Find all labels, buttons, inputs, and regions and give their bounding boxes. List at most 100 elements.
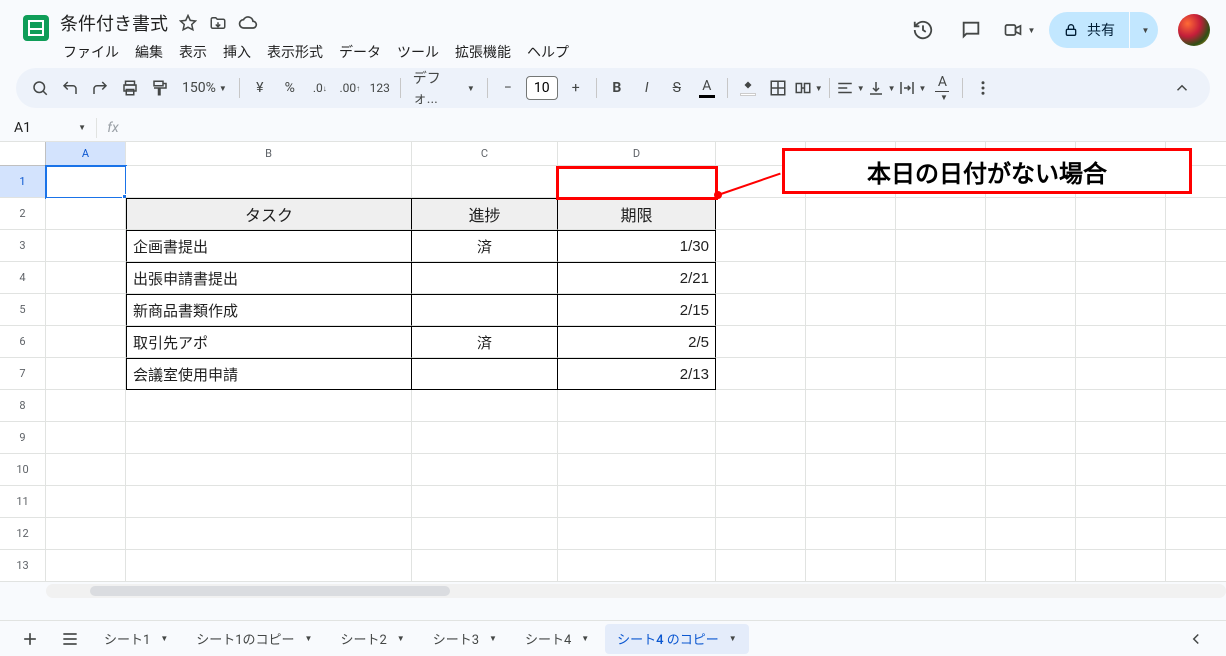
spreadsheet-grid[interactable]: A B C D 1 2 タスク 進捗 期限 3 企画書提出 済 1/30 4 出… [0, 142, 1226, 582]
italic-icon[interactable]: I [633, 74, 661, 102]
sheet-tab[interactable]: シート1のコピー▼ [184, 624, 324, 654]
horizontal-align-icon[interactable]: ▼ [836, 74, 865, 102]
table-row[interactable] [412, 358, 558, 390]
fill-color-icon[interactable] [734, 74, 762, 102]
table-row[interactable]: 済 [412, 230, 558, 262]
table-row[interactable] [412, 294, 558, 326]
borders-icon[interactable] [764, 74, 792, 102]
meet-icon[interactable]: ▼ [1001, 12, 1037, 48]
row-header-13[interactable]: 13 [0, 550, 46, 582]
row-header-3[interactable]: 3 [0, 230, 46, 262]
table-row[interactable]: 取引先アポ [126, 326, 412, 358]
table-row[interactable]: 2/5 [558, 326, 716, 358]
table-header-due[interactable]: 期限 [558, 198, 716, 230]
sheet-tab[interactable]: シート1▼ [92, 624, 180, 654]
vertical-align-icon[interactable]: ▼ [867, 74, 896, 102]
undo-icon[interactable] [56, 74, 84, 102]
menu-view[interactable]: 表示 [172, 38, 214, 66]
search-menus-icon[interactable] [26, 74, 54, 102]
table-row[interactable]: 1/30 [558, 230, 716, 262]
table-row[interactable]: 企画書提出 [126, 230, 412, 262]
sheet-tab[interactable]: シート2▼ [328, 624, 416, 654]
row-header-1[interactable]: 1 [0, 166, 46, 198]
table-header-task[interactable]: タスク [126, 198, 412, 230]
table-row[interactable]: 済 [412, 326, 558, 358]
text-rotation-icon[interactable]: A▼ [928, 74, 956, 102]
horizontal-scrollbar[interactable] [46, 584, 1226, 598]
text-wrap-icon[interactable]: ▼ [898, 74, 927, 102]
table-header-progress[interactable]: 進捗 [412, 198, 558, 230]
more-toolbar-icon[interactable] [969, 74, 997, 102]
table-row[interactable]: 会議室使用申請 [126, 358, 412, 390]
sheet-tab-active[interactable]: シート4 のコピー▼ [605, 624, 749, 654]
row-header-5[interactable]: 5 [0, 294, 46, 326]
row-header-8[interactable]: 8 [0, 390, 46, 422]
scroll-tabs-left-icon[interactable] [1178, 624, 1214, 654]
strikethrough-icon[interactable]: S [663, 74, 691, 102]
name-box[interactable]: A1▼ [0, 120, 96, 136]
cell[interactable] [46, 294, 126, 326]
currency-yen-icon[interactable]: ¥ [246, 74, 274, 102]
add-sheet-icon[interactable] [12, 624, 48, 654]
paint-format-icon[interactable] [146, 74, 174, 102]
cell[interactable] [46, 358, 126, 390]
col-header-A[interactable]: A [46, 142, 126, 166]
star-icon[interactable] [178, 13, 198, 33]
font-size-input[interactable] [526, 76, 558, 100]
row-header-2[interactable]: 2 [0, 198, 46, 230]
zoom-select[interactable]: 150%▼ [176, 74, 233, 102]
cell-A1[interactable] [46, 166, 126, 198]
row-header-6[interactable]: 6 [0, 326, 46, 358]
scrollbar-thumb[interactable] [90, 586, 450, 596]
print-icon[interactable] [116, 74, 144, 102]
text-color-icon[interactable]: A [693, 74, 721, 102]
share-button[interactable]: 共有 [1049, 12, 1129, 48]
cell[interactable] [126, 166, 412, 198]
cloud-status-icon[interactable] [238, 13, 258, 33]
share-dropdown[interactable]: ▼ [1130, 12, 1158, 48]
decrease-font-icon[interactable]: − [494, 74, 522, 102]
menu-data[interactable]: データ [332, 38, 388, 66]
more-formats-icon[interactable]: 123 [366, 74, 394, 102]
cell[interactable] [46, 326, 126, 358]
table-row[interactable]: 出張申請書提出 [126, 262, 412, 294]
formula-input[interactable] [129, 120, 1226, 136]
menu-edit[interactable]: 編集 [128, 38, 170, 66]
account-avatar[interactable] [1178, 14, 1210, 46]
menu-insert[interactable]: 挿入 [216, 38, 258, 66]
menu-extensions[interactable]: 拡張機能 [448, 38, 518, 66]
all-sheets-icon[interactable] [52, 624, 88, 654]
percent-icon[interactable]: % [276, 74, 304, 102]
table-row[interactable]: 2/13 [558, 358, 716, 390]
col-header-C[interactable]: C [412, 142, 558, 166]
menu-format[interactable]: 表示形式 [260, 38, 330, 66]
row-header-9[interactable]: 9 [0, 422, 46, 454]
row-header-10[interactable]: 10 [0, 454, 46, 486]
select-all-corner[interactable] [0, 142, 46, 166]
increase-font-icon[interactable]: + [562, 74, 590, 102]
sheets-logo[interactable] [16, 8, 56, 48]
doc-title[interactable]: 条件付き書式 [60, 10, 168, 36]
col-header-D[interactable]: D [558, 142, 716, 166]
bold-icon[interactable]: B [603, 74, 631, 102]
decrease-decimal-icon[interactable]: .0↓ [306, 74, 334, 102]
menu-help[interactable]: ヘルプ [520, 38, 576, 66]
collapse-toolbar-icon[interactable] [1164, 70, 1200, 106]
move-icon[interactable] [208, 13, 228, 33]
font-select[interactable]: デフォ...▼ [407, 74, 481, 102]
row-header-12[interactable]: 12 [0, 518, 46, 550]
row-header-11[interactable]: 11 [0, 486, 46, 518]
table-row[interactable]: 2/15 [558, 294, 716, 326]
history-icon[interactable] [905, 12, 941, 48]
cell[interactable] [46, 230, 126, 262]
menu-tools[interactable]: ツール [390, 38, 446, 66]
table-row[interactable] [412, 262, 558, 294]
row-header-7[interactable]: 7 [0, 358, 46, 390]
cell[interactable] [412, 166, 558, 198]
table-row[interactable]: 新商品書類作成 [126, 294, 412, 326]
merge-cells-icon[interactable]: ▼ [794, 74, 823, 102]
table-row[interactable]: 2/21 [558, 262, 716, 294]
increase-decimal-icon[interactable]: .00↑ [336, 74, 364, 102]
row-header-4[interactable]: 4 [0, 262, 46, 294]
cell[interactable] [46, 198, 126, 230]
